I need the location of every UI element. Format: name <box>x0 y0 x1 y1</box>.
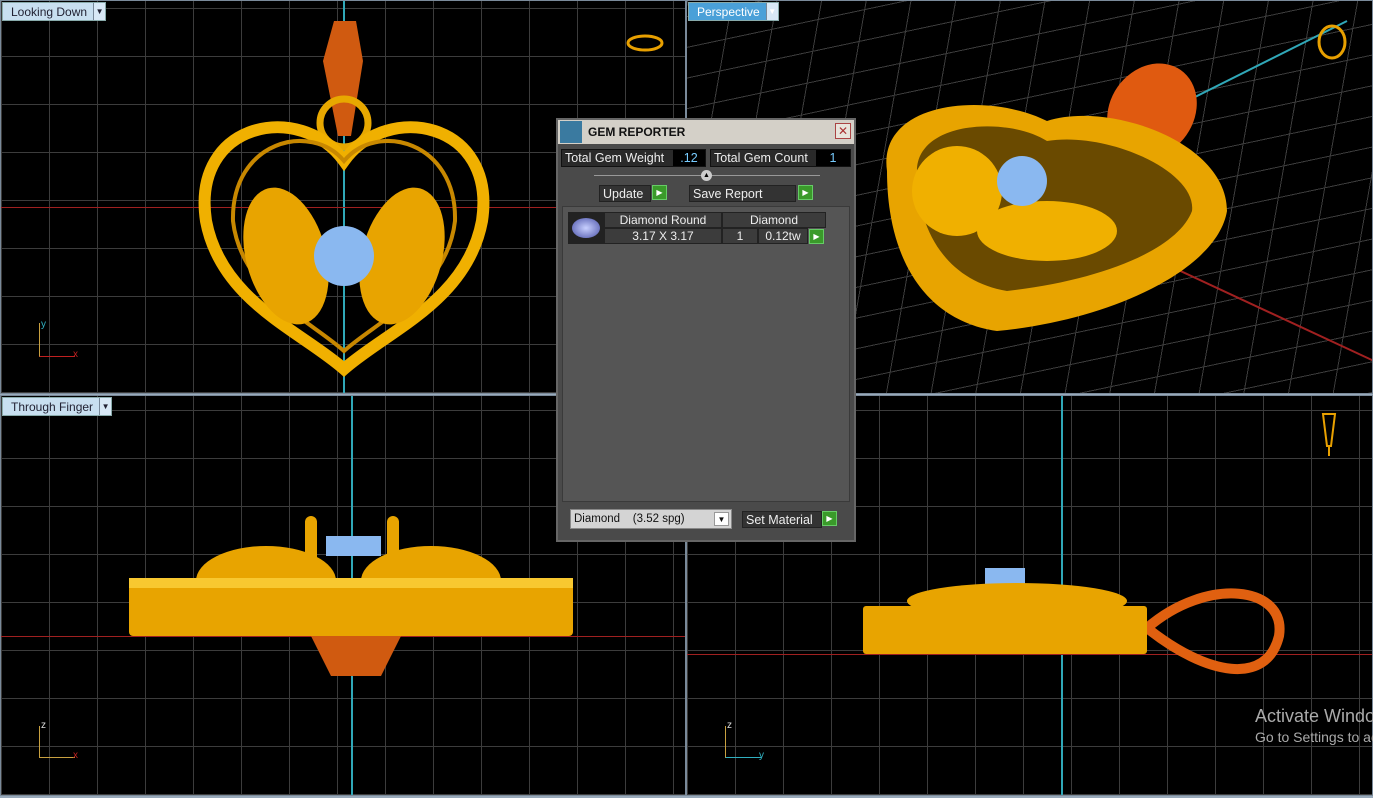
axis-label-z: z <box>41 720 46 731</box>
chevron-down-icon[interactable]: ▼ <box>93 3 106 20</box>
axis-label-z: z <box>727 720 732 731</box>
total-weight-label: Total Gem Weight <box>565 151 665 165</box>
gem-weight: 0.12tw <box>758 228 808 244</box>
viewport-view-selector[interactable]: Perspective ▼ <box>688 2 779 21</box>
update-label: Update <box>603 186 644 201</box>
chevron-down-icon[interactable]: ▼ <box>99 398 112 415</box>
gem-count: 1 <box>722 228 758 244</box>
set-material-label: Set Material <box>746 512 813 527</box>
axis-label-y: y <box>759 750 764 761</box>
ring-orientation-icon <box>1317 24 1347 60</box>
save-report-label: Save Report <box>693 186 763 201</box>
save-report-button[interactable]: Save Report <box>689 185 796 202</box>
axis-label-y: y <box>41 319 46 330</box>
gem-list: Diamond Round Diamond 3.17 X 3.17 1 0.12… <box>562 206 850 502</box>
gem-reporter-dialog: GEM REPORTER ✕ Total Gem Weight .12 Total… <box>556 118 856 542</box>
close-button[interactable]: ✕ <box>835 123 851 139</box>
gem-size: 3.17 X 3.17 <box>604 228 722 244</box>
viewport-view-selector[interactable]: Looking Down ▼ <box>2 2 107 21</box>
ring-orientation-icon <box>626 34 664 52</box>
gem-material: Diamond <box>722 212 826 228</box>
pendant-orientation-icon <box>1321 413 1337 456</box>
gem-row-go-button[interactable]: ▶ <box>809 229 824 244</box>
chevron-down-icon[interactable]: ▼ <box>714 512 729 526</box>
view-label: Looking Down <box>11 4 88 19</box>
view-label: Perspective <box>697 4 760 19</box>
activate-windows-watermark: Activate Windows Go to Settings to activ… <box>1255 706 1373 745</box>
total-count-label: Total Gem Count <box>714 151 808 165</box>
diamond-round-thumbnail <box>568 212 604 244</box>
dialog-title: GEM REPORTER <box>588 125 686 139</box>
view-label: Through Finger <box>11 399 94 414</box>
gem-reporter-icon <box>560 121 582 143</box>
total-count-value: 1 <box>816 150 850 166</box>
update-go-button[interactable]: ▶ <box>652 185 667 200</box>
update-button[interactable]: Update <box>599 185 651 202</box>
total-weight-value: .12 <box>673 150 705 166</box>
watermark-line1: Activate Windows <box>1255 706 1373 726</box>
chevron-down-icon[interactable]: ▼ <box>765 3 778 20</box>
set-material-button[interactable]: Set Material <box>742 511 822 528</box>
viewport-view-selector[interactable]: Through Finger ▼ <box>2 397 113 416</box>
total-gem-weight: Total Gem Weight .12 <box>561 149 706 167</box>
axis-label-x: x <box>73 750 78 761</box>
gem-shape: Diamond Round <box>604 212 722 228</box>
material-select[interactable]: Diamond (3.52 spg) ▼ <box>570 509 732 529</box>
total-gem-count: Total Gem Count 1 <box>710 149 851 167</box>
watermark-line2: Go to Settings to activate Windows. <box>1255 729 1373 745</box>
set-material-go-button[interactable]: ▶ <box>822 511 837 526</box>
collapse-handle[interactable]: ▲ <box>701 170 712 181</box>
material-select-value: Diamond (3.52 spg) <box>574 513 685 525</box>
save-report-go-button[interactable]: ▶ <box>798 185 813 200</box>
axis-label-x: x <box>73 349 78 360</box>
dialog-title-bar[interactable]: GEM REPORTER ✕ <box>558 120 854 144</box>
